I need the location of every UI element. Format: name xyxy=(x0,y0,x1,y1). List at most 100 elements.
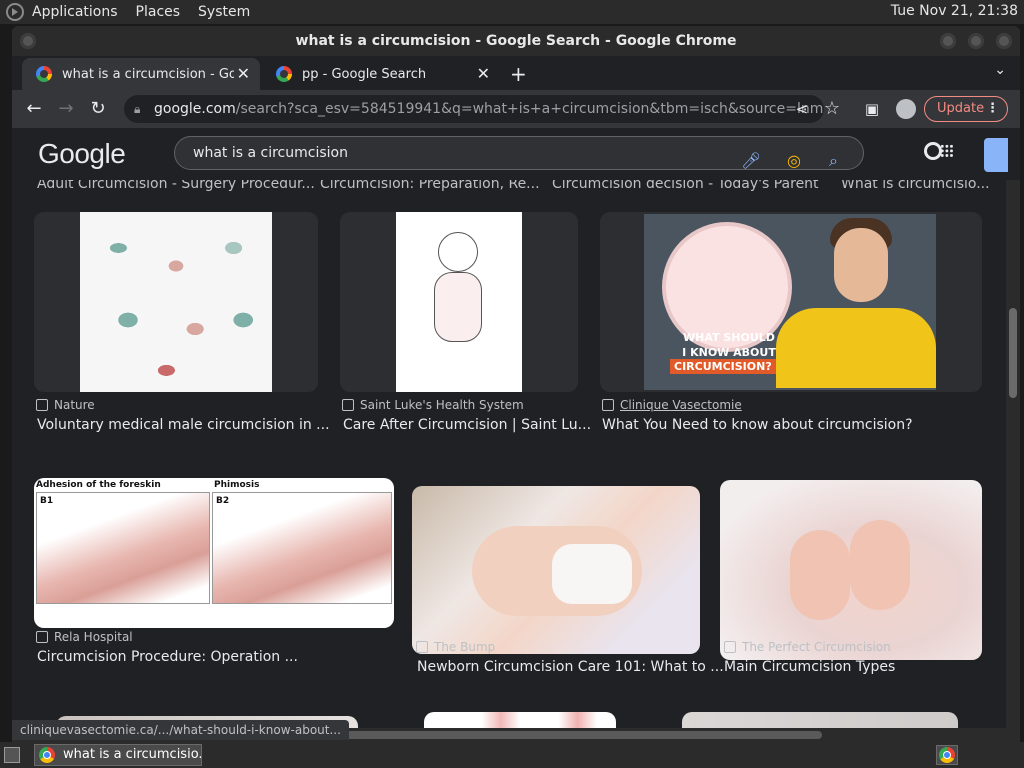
taskbar-window-button[interactable]: what is a circumcisio... xyxy=(34,744,202,766)
show-desktop-icon[interactable] xyxy=(4,747,20,763)
tray-chrome-button[interactable] xyxy=(936,745,958,765)
vertical-scrollbar[interactable] xyxy=(1006,128,1020,742)
baby-feet-photo-image xyxy=(720,480,982,660)
clock[interactable]: Tue Nov 21, 21:38 xyxy=(891,3,1018,19)
close-window-icon[interactable] xyxy=(996,33,1012,49)
taskbar-window-label: what is a circumcisio... xyxy=(63,747,202,762)
close-tab-icon[interactable]: ✕ xyxy=(237,64,250,83)
link-status-bubble: cliniquevasectomie.ca/.../what-should-i-… xyxy=(12,720,349,740)
scrollbar-thumb[interactable] xyxy=(1009,308,1017,398)
search-icon[interactable]: ⌕ xyxy=(829,145,838,177)
result-title[interactable]: What You Need to know about circumcision… xyxy=(602,417,913,433)
forward-icon[interactable]: → xyxy=(56,99,76,119)
update-button[interactable]: Update ⋮ xyxy=(924,96,1008,122)
surgical-steps-diagram-image xyxy=(80,212,272,392)
image-label: B1 xyxy=(40,496,54,506)
promo-line-3: CIRCUMCISION? xyxy=(670,359,776,374)
google-favicon-icon xyxy=(36,66,52,82)
source-name: Nature xyxy=(54,398,95,412)
newborn-onesie xyxy=(552,544,632,604)
minimize-icon[interactable] xyxy=(940,33,956,49)
saint-lukes-favicon-icon xyxy=(342,399,354,411)
image-label: Phimosis xyxy=(214,480,260,490)
baby-foot xyxy=(790,530,850,620)
profile-avatar-icon[interactable] xyxy=(896,99,916,119)
result-source[interactable]: The Bump xyxy=(416,640,495,654)
baby-torso-shape xyxy=(434,272,482,342)
result-source[interactable]: Rela Hospital xyxy=(36,630,133,644)
chrome-icon xyxy=(939,747,955,763)
promo-line-2: I KNOW ABOUT xyxy=(682,346,776,359)
rela-hospital-favicon-icon xyxy=(36,631,48,643)
tab-pp-search[interactable]: pp - Google Search ✕ xyxy=(262,58,500,90)
source-name: Saint Luke's Health System xyxy=(360,398,524,412)
image-label: Adhesion of the foreskin xyxy=(36,480,161,490)
os-menu-logo-icon[interactable] xyxy=(6,3,24,21)
result-source[interactable]: Saint Luke's Health System xyxy=(342,398,524,412)
address-bar[interactable]: 🔒︎ google.com/search?sca_esv=584519941&q… xyxy=(124,95,824,123)
places-menu[interactable]: Places xyxy=(136,4,181,20)
promo-line-1: WHAT SHOULD xyxy=(683,331,775,344)
illustration-panel xyxy=(212,492,392,604)
baby-foot xyxy=(850,520,910,610)
result-thumbnail[interactable] xyxy=(720,480,982,660)
new-tab-icon[interactable]: + xyxy=(510,62,527,86)
sign-in-button[interactable] xyxy=(984,138,1008,172)
tab-search-chevron-icon[interactable]: ⌄ xyxy=(994,62,1006,78)
share-icon[interactable]: ⋖ xyxy=(792,99,812,119)
google-apps-icon[interactable] xyxy=(940,144,954,158)
bookmark-star-icon[interactable]: ☆ xyxy=(822,99,842,119)
maximize-icon[interactable] xyxy=(968,33,984,49)
lock-icon[interactable]: 🔒︎ xyxy=(134,95,140,123)
image-label: B2 xyxy=(216,496,230,506)
desktop-top-panel: Applications Places System Tue Nov 21, 2… xyxy=(0,0,1024,24)
google-favicon-icon xyxy=(276,66,292,82)
result-source[interactable]: The Perfect Circumcision xyxy=(724,640,891,654)
lens-search-icon[interactable]: ◎ xyxy=(787,145,801,177)
page-content: Google what is a circumcision 🎤︎ ◎ ⌕ Adu… xyxy=(12,128,1020,742)
result-thumbnail[interactable] xyxy=(412,486,700,654)
clinique-favicon-icon xyxy=(602,399,614,411)
url-host: google.com xyxy=(154,101,236,117)
result-thumbnail[interactable] xyxy=(340,212,578,392)
the-bump-favicon-icon xyxy=(416,641,428,653)
result-title[interactable]: Newborn Circumcision Care 101: What to .… xyxy=(417,659,724,675)
nature-favicon-icon xyxy=(36,399,48,411)
result-title[interactable]: Care After Circumcision | Saint Lu... xyxy=(343,417,591,433)
result-source[interactable]: Nature xyxy=(36,398,95,412)
result-thumbnail[interactable]: WHAT SHOULD I KNOW ABOUT CIRCUMCISION? xyxy=(600,212,982,392)
source-name: The Perfect Circumcision xyxy=(742,640,891,654)
result-title[interactable]: Voluntary medical male circumcision in .… xyxy=(37,417,330,433)
system-menu[interactable]: System xyxy=(198,4,250,20)
back-icon[interactable]: ← xyxy=(24,99,44,119)
update-label: Update xyxy=(937,101,985,116)
man-head xyxy=(834,228,888,302)
chrome-icon xyxy=(39,747,55,763)
tab-strip: what is a circumcision - Googl ✕ pp - Go… xyxy=(12,56,1020,90)
source-name: Rela Hospital xyxy=(54,630,133,644)
tab-circumcision-search[interactable]: what is a circumcision - Googl ✕ xyxy=(22,58,260,90)
source-name: Clinique Vasectomie xyxy=(620,398,742,412)
medical-illustration-image: Adhesion of the foreskin Phimosis B1 B2 xyxy=(34,478,394,628)
applications-menu[interactable]: Applications xyxy=(32,4,118,20)
result-title[interactable]: Circumcision Procedure: Operation ... xyxy=(37,649,298,665)
google-header: Google what is a circumcision 🎤︎ ◎ ⌕ xyxy=(12,128,1020,180)
result-thumbnail[interactable]: Adhesion of the foreskin Phimosis B1 B2 xyxy=(34,478,394,628)
close-tab-icon[interactable]: ✕ xyxy=(477,64,490,83)
tab-title: pp - Google Search xyxy=(302,66,427,82)
browser-window: what is a circumcision - Google Search -… xyxy=(12,26,1020,742)
result-source[interactable]: Clinique Vasectomie xyxy=(602,398,742,412)
voice-search-icon[interactable]: 🎤︎ xyxy=(741,145,761,177)
result-title[interactable]: Main Circumcision Types xyxy=(724,659,895,675)
chrome-menu-icon[interactable]: ⋮ xyxy=(986,97,999,121)
man-yellow-shirt xyxy=(776,308,936,388)
google-logo[interactable]: Google xyxy=(38,138,126,170)
perfect-circumcision-favicon-icon xyxy=(724,641,736,653)
search-input[interactable]: what is a circumcision 🎤︎ ◎ ⌕ xyxy=(174,136,864,170)
illustration-panel xyxy=(36,492,210,604)
reload-icon[interactable]: ↻ xyxy=(88,99,108,119)
side-panel-icon[interactable]: ▣ xyxy=(862,99,882,119)
window-titlebar[interactable]: what is a circumcision - Google Search -… xyxy=(12,26,1020,56)
window-menu-icon[interactable] xyxy=(20,33,36,49)
result-thumbnail[interactable] xyxy=(34,212,318,392)
